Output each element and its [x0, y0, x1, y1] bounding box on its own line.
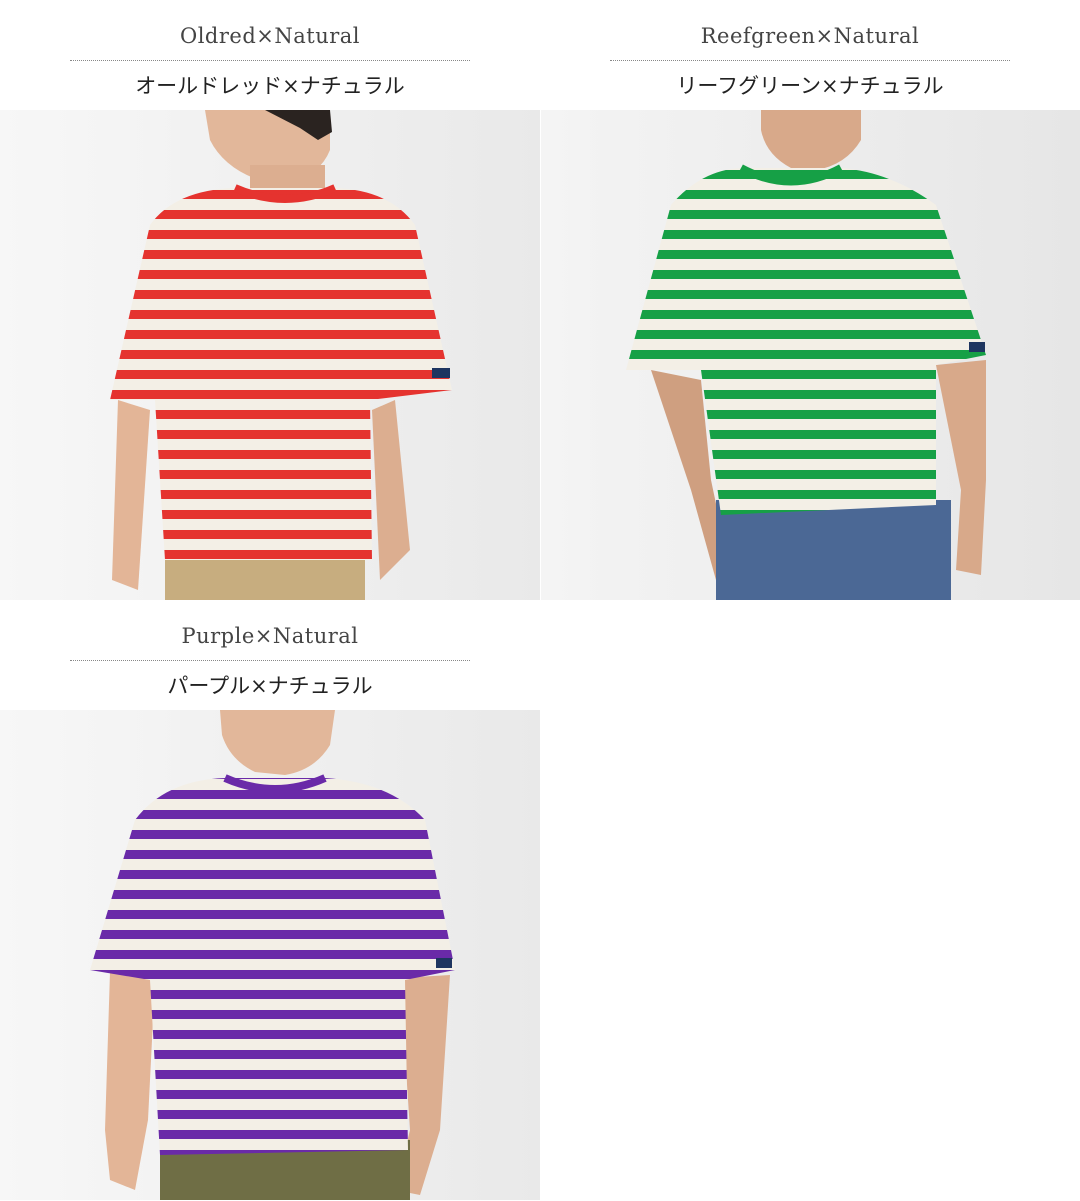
color-name-en: Reefgreen×Natural: [700, 24, 920, 48]
color-name-jp: パープル×ナチュラル: [167, 674, 373, 698]
color-name-jp: リーフグリーン×ナチュラル: [676, 74, 944, 98]
dotted-divider: [610, 60, 1010, 61]
model-photo: [0, 710, 540, 1200]
color-name-jp: オールドレッド×ナチュラル: [135, 74, 405, 98]
color-name-en: Purple×Natural: [181, 624, 359, 648]
product-variant-reefgreen: Reefgreen×Natural リーフグリーン×ナチュラル: [540, 0, 1080, 600]
product-variant-purple: Purple×Natural パープル×ナチュラル: [0, 600, 540, 1200]
model-photo-illustration: [0, 110, 540, 600]
color-name-en: Oldred×Natural: [179, 24, 360, 48]
product-variant-oldred: Oldred×Natural オールドレッド×ナチュラル: [0, 0, 540, 600]
model-photo-illustration: [0, 710, 540, 1200]
variant-header: Oldred×Natural オールドレッド×ナチュラル: [0, 0, 540, 110]
model-photo: [541, 110, 1080, 600]
model-photo: [0, 110, 540, 600]
dotted-divider: [70, 60, 470, 61]
variant-header: Reefgreen×Natural リーフグリーン×ナチュラル: [540, 0, 1080, 110]
model-photo-illustration: [541, 110, 1080, 600]
dotted-divider: [70, 660, 470, 661]
variant-header: Purple×Natural パープル×ナチュラル: [0, 600, 540, 710]
